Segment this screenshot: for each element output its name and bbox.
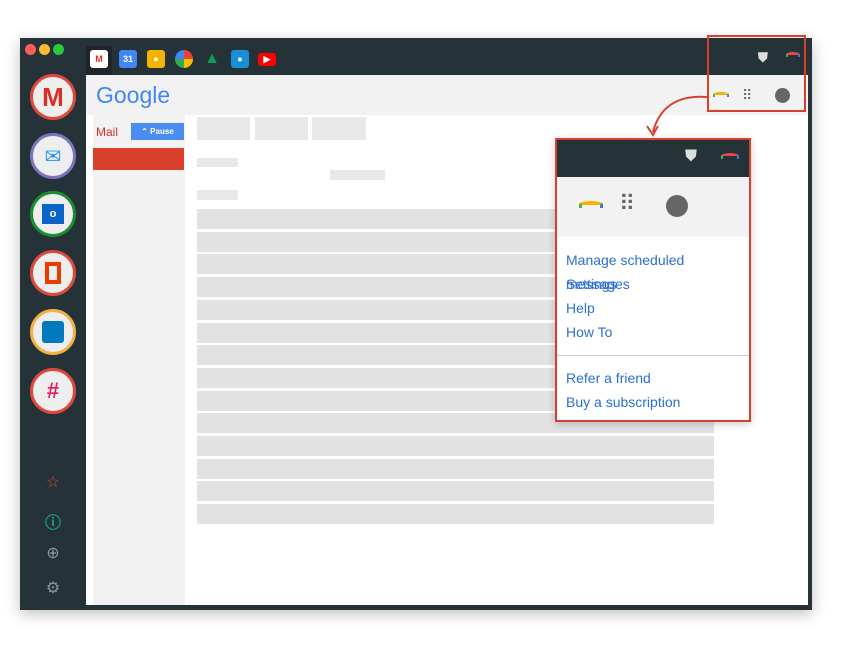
- email-row-placeholder[interactable]: [197, 504, 714, 525]
- apps-grid-icon[interactable]: ⠿: [619, 191, 635, 217]
- rainbow-logo-icon[interactable]: [579, 201, 603, 208]
- tab-calendar[interactable]: 31: [119, 50, 137, 68]
- menu-help[interactable]: Help: [566, 296, 749, 320]
- tab-gmail[interactable]: M: [90, 50, 108, 68]
- gear-icon[interactable]: ⚙: [43, 578, 63, 598]
- app-outlook[interactable]: o: [30, 191, 76, 237]
- calendar-icon: 31: [122, 54, 133, 64]
- toolbar-placeholder: [197, 117, 250, 140]
- outlook-icon: o: [42, 204, 64, 224]
- app-trello[interactable]: [30, 309, 76, 355]
- text-placeholder: [197, 190, 238, 200]
- trello-icon: [42, 321, 64, 343]
- add-icon[interactable]: ⊕: [43, 543, 63, 563]
- gmail-nav: [93, 115, 185, 605]
- text-placeholder: [330, 170, 385, 180]
- mail-label[interactable]: Mail: [96, 125, 118, 139]
- close-window-button[interactable]: [25, 44, 36, 55]
- email-row-placeholder[interactable]: [197, 458, 714, 479]
- minimize-window-button[interactable]: [39, 44, 50, 55]
- notifications-icon[interactable]: [666, 195, 688, 217]
- rainbow-logo-icon[interactable]: [721, 153, 739, 159]
- menu-manage-scheduled[interactable]: Manage scheduled messages: [566, 248, 749, 292]
- toolbar-placeholder: [312, 117, 366, 140]
- tab-keep[interactable]: ●: [147, 50, 165, 68]
- toolbar-placeholder: [255, 117, 308, 140]
- compose-button[interactable]: [93, 148, 184, 170]
- office-icon: [45, 262, 61, 284]
- text-placeholder: [197, 158, 238, 167]
- app-gmail[interactable]: M: [30, 74, 76, 120]
- menu-how-to[interactable]: How To: [566, 320, 749, 344]
- tab-youtube[interactable]: ▶: [258, 53, 276, 66]
- email-row-placeholder[interactable]: [197, 436, 714, 456]
- menu-buy-subscription[interactable]: Buy a subscription: [566, 390, 749, 414]
- tab-drive[interactable]: ▲: [203, 50, 221, 68]
- callout-arrow: [646, 95, 708, 137]
- email-row-placeholder[interactable]: [197, 481, 714, 502]
- help-icon[interactable]: ⓘ: [43, 509, 63, 533]
- highlight-box: [707, 35, 806, 112]
- star-icon[interactable]: ☆: [43, 472, 63, 492]
- app-office[interactable]: [30, 250, 76, 296]
- menu-settings[interactable]: Settings: [566, 272, 749, 296]
- pause-label: Pause: [150, 127, 174, 136]
- tab-contacts[interactable]: ●: [231, 50, 249, 68]
- pause-button[interactable]: ⌃ Pause: [131, 123, 184, 140]
- app-slack[interactable]: #: [30, 368, 76, 414]
- maximize-window-button[interactable]: [53, 44, 64, 55]
- tab-photos[interactable]: [175, 50, 193, 68]
- app-inbox[interactable]: ✉: [30, 133, 76, 179]
- menu-divider: [557, 355, 749, 356]
- google-logo: Google: [96, 82, 171, 108]
- shield-icon[interactable]: ⛊: [685, 148, 697, 166]
- menu-refer-friend[interactable]: Refer a friend: [566, 366, 749, 390]
- extension-dropdown: ⛊ ⠿ Manage scheduled messages Settings H…: [555, 138, 751, 422]
